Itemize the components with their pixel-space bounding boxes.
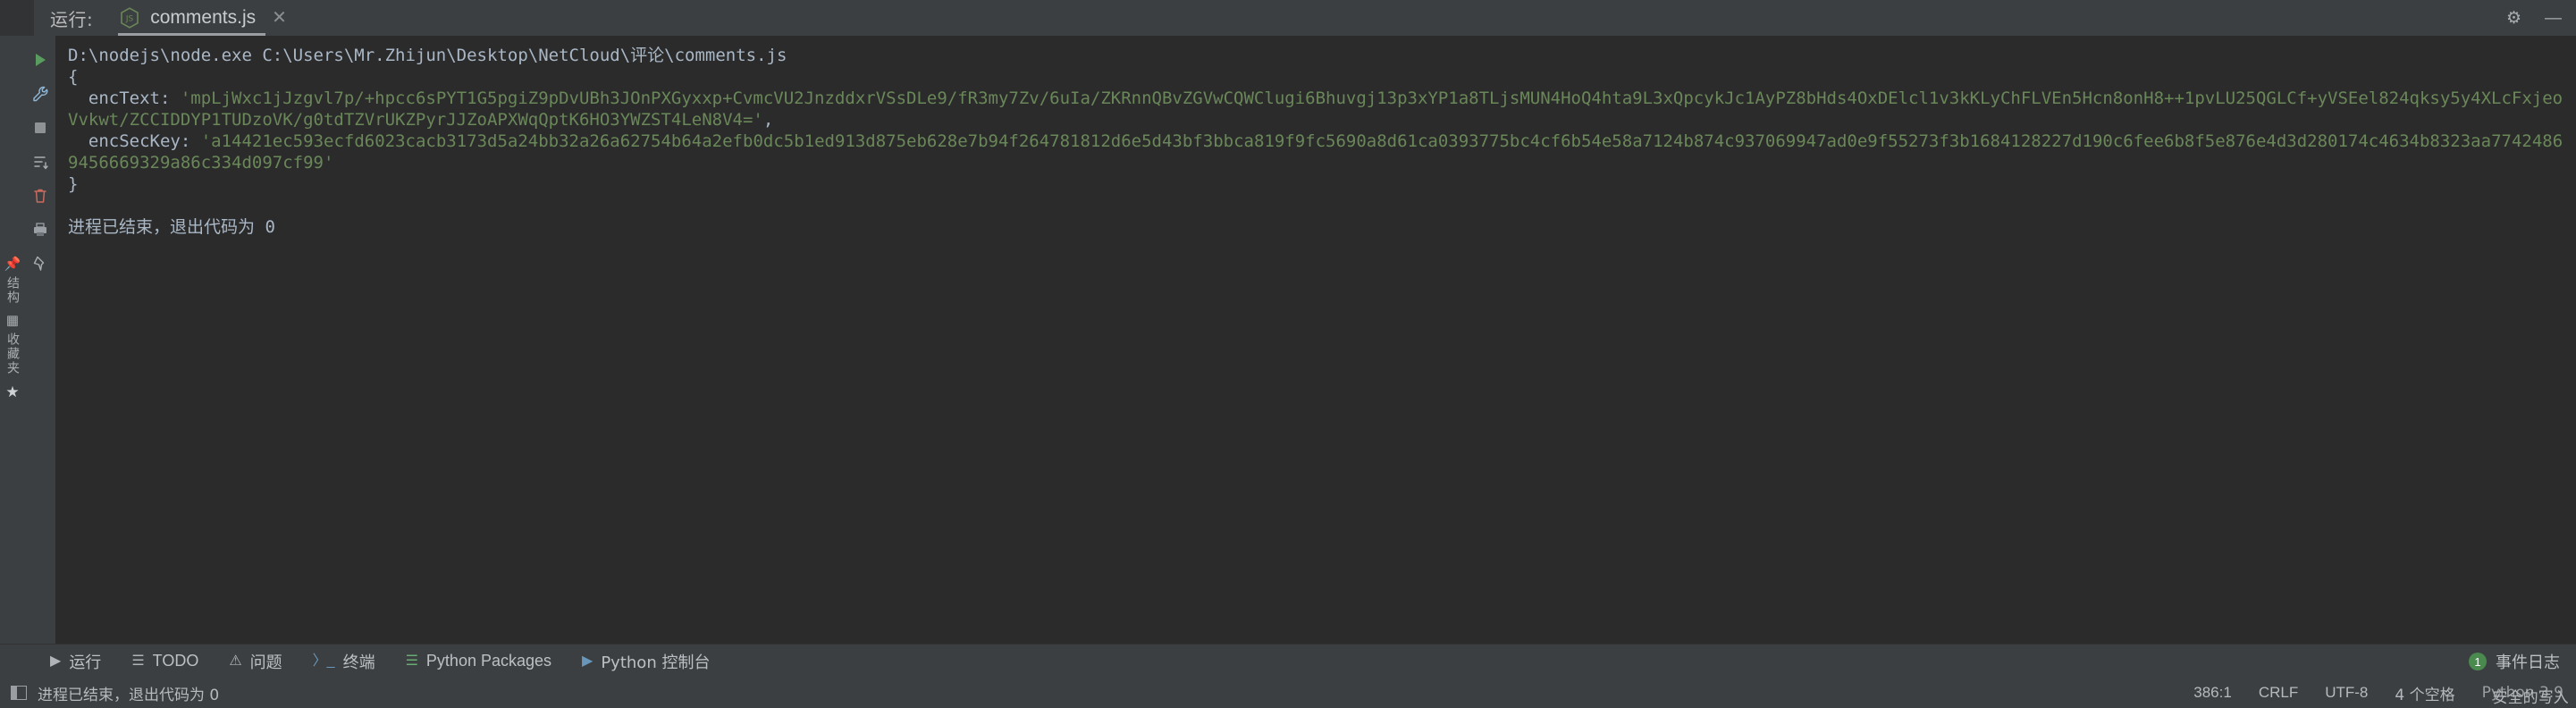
tool-tab-terminal-label: 终端 [342, 653, 375, 672]
tool-tab-problems-label: 问题 [249, 653, 282, 672]
python-packages-icon: ☰ [405, 653, 418, 669]
wrench-icon[interactable] [25, 79, 55, 109]
sidebar-item-structure[interactable]: 结构 [4, 276, 21, 305]
js-file-icon: JS [120, 7, 139, 29]
svg-text:JS: JS [125, 15, 134, 24]
tool-tab-python-console[interactable]: ▶ Python 控制台 [582, 650, 710, 673]
gear-icon[interactable]: ⚙ [2506, 10, 2521, 27]
interpreter-indicator[interactable]: Python 3.9 安全的写入 [2482, 684, 2569, 707]
file-encoding[interactable]: UTF-8 [2325, 684, 2368, 702]
sort-icon[interactable] [25, 147, 55, 177]
status-message: 进程已结束，退出代码为 0 [38, 686, 220, 704]
event-log-badge: 1 [2469, 653, 2487, 670]
sidebar-item-favorites[interactable]: 收藏夹 [4, 333, 21, 375]
event-log-area[interactable]: 1 事件日志 [2469, 645, 2560, 678]
close-icon[interactable]: ✕ [272, 9, 287, 27]
todo-list-icon: ☰ [131, 653, 145, 669]
star-icon[interactable]: ★ [5, 384, 19, 400]
tab-title: comments.js [150, 7, 257, 28]
caret-position[interactable]: 386:1 [2193, 684, 2232, 702]
tool-tab-todo-label: TODO [152, 652, 199, 670]
run-action-gutter [25, 36, 55, 644]
header-left-gutter [0, 0, 34, 36]
left-tool-strip: 📌 结构 ▦ 收藏夹 ★ [0, 36, 25, 644]
structure-icon[interactable]: ▦ [6, 314, 19, 327]
console-text: D:\nodejs\node.exe C:\Users\Mr.Zhijun\De… [55, 36, 2576, 238]
tool-tab-run-label: 运行 [69, 653, 102, 672]
line-separator[interactable]: CRLF [2259, 684, 2298, 702]
console-output-panel[interactable]: D:\nodejs\node.exe C:\Users\Mr.Zhijun\De… [55, 36, 2576, 644]
tool-tab-run[interactable]: ▶ 运行 [50, 650, 101, 673]
run-triangle-icon: ▶ [50, 653, 62, 669]
console-scrollbar[interactable] [2563, 36, 2576, 644]
print-icon[interactable] [25, 215, 55, 245]
console-line: } [68, 174, 79, 194]
tool-tab-python-packages-label: Python Packages [425, 652, 552, 670]
layout-icon[interactable] [11, 686, 27, 700]
terminal-icon: 〉_ [312, 653, 335, 669]
tool-tab-todo[interactable]: ☰ TODO [131, 652, 198, 670]
run-content-area: 📌 结构 ▦ 收藏夹 ★ D:\nodejs\node.exe C:\Users… [0, 36, 2576, 644]
console-line: 进程已结束，退出代码为 0 [68, 217, 275, 237]
tool-window-bar: ▶ 运行 ☰ TODO ⚠ 问题 〉_ 终端 ☰ Python Packages… [0, 644, 2576, 678]
run-label: 运行: [50, 8, 94, 30]
tool-tab-python-packages[interactable]: ☰ Python Packages [406, 652, 551, 670]
console-line: { [68, 67, 79, 87]
console-line: D:\nodejs\node.exe C:\Users\Mr.Zhijun\De… [68, 46, 787, 65]
console-line: encSecKey: 'a14421ec593ecfd6023cacb3173d… [68, 131, 2573, 173]
safe-write-indicator: 安全的写入 [2492, 689, 2569, 707]
run-toolwindow-header: 运行: JS comments.js ✕ ⚙ — [0, 0, 2576, 36]
tool-tab-problems[interactable]: ⚠ 问题 [229, 650, 282, 673]
status-bar: 进程已结束，退出代码为 0 386:1 CRLF UTF-8 4 个空格 Pyt… [0, 678, 2576, 708]
pin-icon[interactable]: 📌 [4, 257, 21, 271]
problems-icon: ⚠ [229, 653, 242, 669]
python-console-icon: ▶ [582, 653, 593, 669]
ide-run-window: 运行: JS comments.js ✕ ⚙ — 📌 结构 ▦ 收藏夹 ★ D:… [0, 0, 2576, 708]
rerun-icon[interactable] [25, 45, 55, 75]
stop-icon[interactable] [25, 113, 55, 143]
status-bar-right: 386:1 CRLF UTF-8 4 个空格 Python 3.9 安全的写入 [2193, 678, 2569, 708]
tool-tab-python-console-label: Python 控制台 [601, 653, 711, 672]
header-actions: ⚙ — [2506, 0, 2562, 36]
tab-comments-js[interactable]: JS comments.js ✕ [118, 0, 290, 36]
indent-setting[interactable]: 4 个空格 [2395, 682, 2454, 704]
tool-tab-terminal[interactable]: 〉_ 终端 [313, 650, 375, 673]
event-log-label: 事件日志 [2496, 653, 2560, 672]
pin-icon[interactable] [25, 249, 55, 279]
console-line: encText: 'mpLjWxc1jJzgvl7p/+hpcc6sPYT1G5… [68, 88, 2573, 130]
trash-icon[interactable] [25, 181, 55, 211]
minimize-icon[interactable]: — [2545, 10, 2562, 27]
